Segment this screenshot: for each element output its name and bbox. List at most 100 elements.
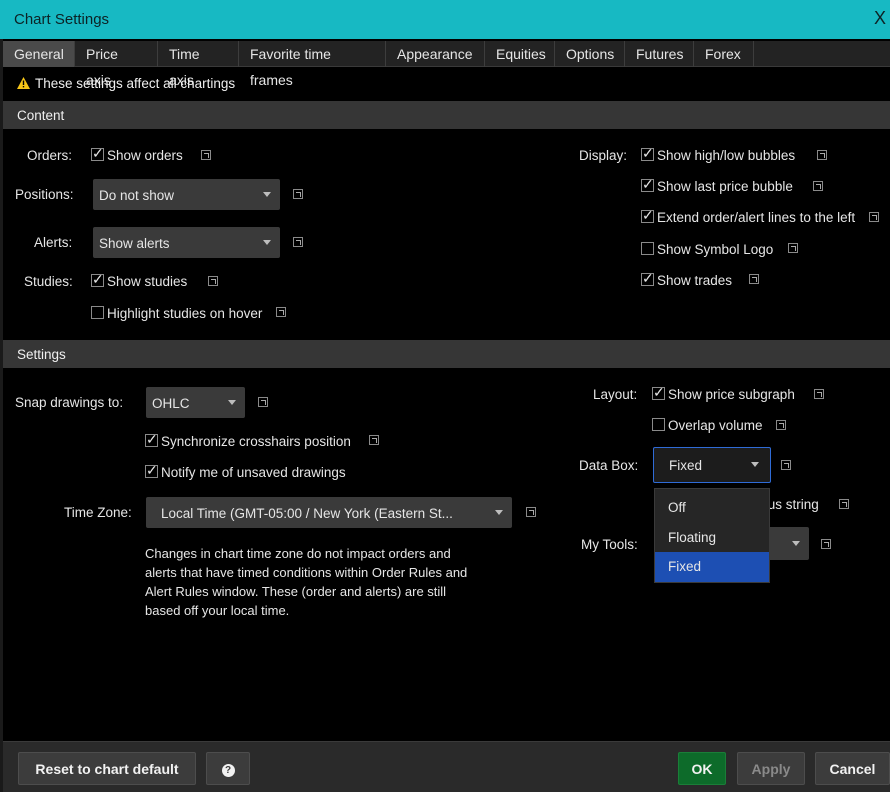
alerts-label: Alerts:: [34, 235, 73, 250]
show-symbol-logo-checkbox[interactable]: [641, 242, 654, 255]
tab-appearance[interactable]: Appearance: [386, 41, 485, 67]
show-price-subgraph-label: Show price subgraph: [668, 387, 795, 402]
external-link-icon[interactable]: [781, 460, 791, 470]
tab-general[interactable]: General: [3, 41, 75, 67]
databox-option-off[interactable]: Off: [655, 493, 769, 523]
timezone-note: Changes in chart time zone do not impact…: [145, 546, 468, 618]
alerts-value: Show alerts: [99, 236, 170, 251]
cancel-button[interactable]: Cancel: [815, 752, 890, 785]
show-high-low-bubbles-checkbox[interactable]: [641, 145, 654, 162]
tab-forex[interactable]: Forex: [694, 41, 754, 67]
positions-dropdown[interactable]: Do not show: [93, 179, 280, 210]
tab-bar: General Price axis Time axis Favorite ti…: [3, 41, 890, 88]
overlap-volume-checkbox[interactable]: [652, 418, 665, 431]
databox-dropdown[interactable]: Fixed: [653, 447, 771, 483]
external-link-icon[interactable]: [814, 389, 824, 399]
window-title: Chart Settings: [14, 11, 110, 28]
snap-drawings-dropdown[interactable]: OHLC: [146, 387, 245, 418]
chevron-down-icon: [263, 240, 271, 245]
snap-drawings-label: Snap drawings to:: [15, 395, 124, 410]
section-settings-title: Settings: [17, 347, 66, 362]
tab-options[interactable]: Options: [555, 41, 625, 67]
status-string-label: tus string: [764, 497, 819, 512]
show-orders-checkbox[interactable]: [91, 145, 104, 162]
external-link-icon[interactable]: [788, 243, 798, 253]
show-trades-checkbox[interactable]: [641, 270, 654, 287]
external-link-icon[interactable]: [258, 397, 268, 407]
notify-unsaved-checkbox[interactable]: [145, 462, 158, 479]
external-link-icon[interactable]: [201, 150, 211, 160]
studies-label: Studies:: [24, 274, 73, 289]
display-label: Display:: [579, 148, 628, 163]
notify-unsaved-label: Notify me of unsaved drawings: [161, 465, 346, 480]
apply-button[interactable]: Apply: [737, 752, 805, 785]
external-link-icon[interactable]: [839, 499, 849, 509]
show-high-low-bubbles-label: Show high/low bubbles: [657, 148, 796, 163]
databox-value: Fixed: [669, 458, 703, 473]
external-link-icon[interactable]: [776, 420, 786, 430]
warning-text: These settings affect all chartings: [35, 76, 236, 91]
external-link-icon[interactable]: [276, 307, 286, 317]
positions-value: Do not show: [99, 188, 175, 203]
extend-lines-checkbox[interactable]: [641, 207, 654, 224]
snap-drawings-value: OHLC: [152, 396, 190, 411]
tab-futures[interactable]: Futures: [625, 41, 694, 67]
databox-label: Data Box:: [579, 458, 639, 473]
external-link-icon[interactable]: [526, 507, 536, 517]
tab-equities[interactable]: Equities: [485, 41, 555, 67]
warning-icon: [17, 77, 30, 89]
section-settings: Settings: [3, 340, 890, 368]
sync-crosshairs-label: Synchronize crosshairs position: [161, 434, 351, 449]
show-last-price-bubble-checkbox[interactable]: [641, 176, 654, 193]
databox-option-floating[interactable]: Floating: [655, 523, 769, 553]
tab-time-axis[interactable]: Time axis: [158, 41, 239, 88]
help-button[interactable]: ?: [206, 752, 250, 785]
tab-price-axis[interactable]: Price axis: [75, 41, 158, 88]
show-studies-checkbox[interactable]: [91, 271, 104, 288]
show-trades-label: Show trades: [657, 273, 733, 288]
sync-crosshairs-checkbox[interactable]: [145, 431, 158, 448]
section-content-title: Content: [17, 108, 65, 123]
show-price-subgraph-checkbox[interactable]: [652, 384, 665, 401]
dialog-footer: Reset to chart default ? OK Apply Cancel: [3, 741, 890, 792]
window-edge: [0, 39, 3, 792]
overlap-volume-label: Overlap volume: [668, 418, 763, 433]
show-studies-label: Show studies: [107, 274, 188, 289]
timezone-value: Local Time (GMT-05:00 / New York (Easter…: [161, 506, 453, 521]
show-orders-label: Show orders: [107, 148, 183, 163]
timezone-dropdown[interactable]: Local Time (GMT-05:00 / New York (Easter…: [146, 497, 512, 528]
show-last-price-bubble-label: Show last price bubble: [657, 179, 793, 194]
chevron-down-icon: [228, 400, 236, 405]
chevron-down-icon: [495, 510, 503, 515]
positions-label: Positions:: [15, 187, 74, 202]
help-icon: ?: [221, 763, 235, 777]
ok-button[interactable]: OK: [678, 752, 726, 785]
extend-lines-label: Extend order/alert lines to the left: [657, 210, 856, 225]
external-link-icon[interactable]: [293, 237, 303, 247]
title-bar: Chart Settings X: [0, 0, 890, 39]
orders-label: Orders:: [27, 148, 73, 163]
external-link-icon[interactable]: [293, 189, 303, 199]
reset-to-default-button[interactable]: Reset to chart default: [18, 752, 196, 785]
timezone-label: Time Zone:: [64, 505, 132, 520]
databox-option-fixed[interactable]: Fixed: [655, 552, 769, 582]
external-link-icon[interactable]: [369, 435, 379, 445]
tab-favorite-time-frames[interactable]: Favorite time frames: [239, 41, 386, 88]
databox-menu: Off Floating Fixed: [654, 488, 770, 583]
alerts-dropdown[interactable]: Show alerts: [93, 227, 280, 258]
external-link-icon[interactable]: [208, 276, 218, 286]
external-link-icon[interactable]: [821, 539, 831, 549]
external-link-icon[interactable]: [813, 181, 823, 191]
external-link-icon[interactable]: [817, 150, 827, 160]
external-link-icon[interactable]: [749, 274, 759, 284]
chevron-down-icon: [263, 192, 271, 197]
highlight-studies-checkbox[interactable]: [91, 306, 104, 319]
section-content: Content: [3, 101, 890, 129]
show-symbol-logo-label: Show Symbol Logo: [657, 242, 774, 257]
chevron-down-icon: [792, 541, 800, 546]
close-icon[interactable]: X: [874, 8, 886, 29]
chevron-down-icon: [751, 462, 759, 467]
external-link-icon[interactable]: [869, 212, 879, 222]
layout-label: Layout:: [593, 387, 638, 402]
mytools-label: My Tools:: [581, 537, 638, 552]
